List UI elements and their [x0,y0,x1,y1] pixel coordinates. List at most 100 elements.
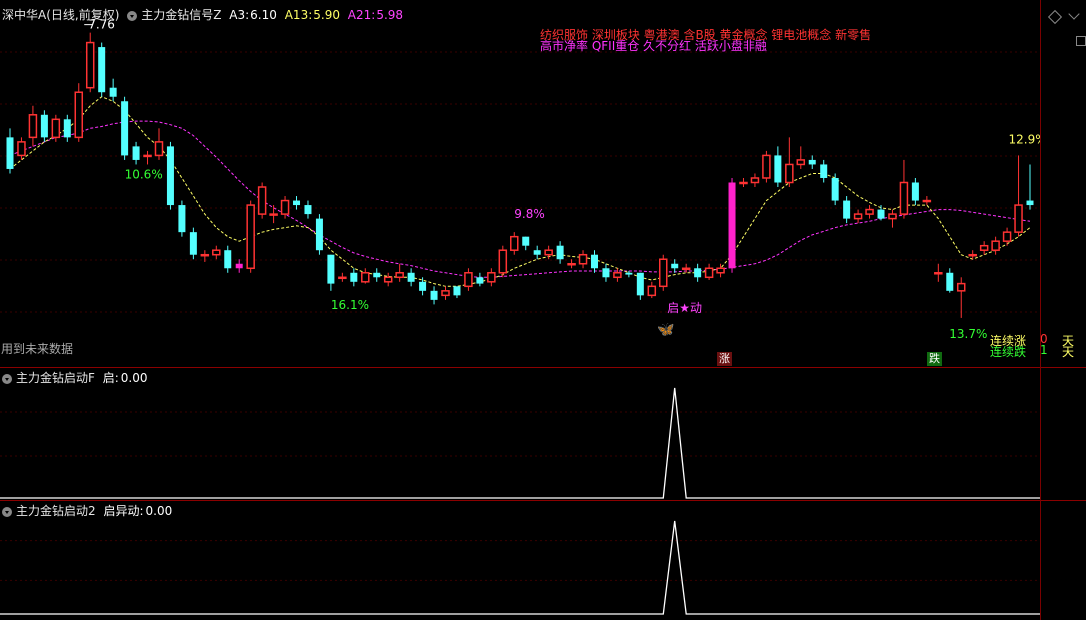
candle [831,173,839,206]
chart-annotation: 7.76 [88,18,115,32]
expand-icon[interactable] [1076,36,1086,46]
candle [762,150,771,183]
candle [293,196,301,210]
butterfly-icon: 🦋 [657,322,675,338]
candle [419,277,427,296]
candle [178,200,186,237]
candle [991,236,1000,255]
candle [877,205,885,221]
main-chart-pane[interactable]: 深中华A(日线,前复权) 主力金钻信号Z A3:6.10 A13:5.90 A2… [0,0,1086,367]
candle [843,196,851,224]
candle [899,159,909,219]
candle [6,128,14,174]
candle [888,209,897,228]
pane3-line-chart [0,520,1040,615]
candle [200,250,210,262]
candle [636,272,644,300]
streak-down-unit: 天 [1062,345,1075,359]
candle [498,245,508,278]
candle [315,214,323,255]
signal-line [0,520,1040,615]
chart-annotation: 16.1% [331,298,369,312]
candle [453,286,461,299]
candle [522,236,530,251]
diamond-icon[interactable] [1047,9,1063,25]
candle [750,173,760,188]
streak-down-label: 连续跌 [990,345,1027,359]
candle [694,263,702,282]
candle [728,177,736,273]
candle [602,263,610,282]
candle [338,272,347,282]
candle [373,268,381,282]
candle [51,114,61,142]
candle [383,272,393,287]
fall-marker: 跌 [927,352,942,366]
streak-down-count: 1 [1040,343,1048,357]
chart-annotation: 12.9% [1009,132,1040,146]
candle [556,241,564,264]
candle [476,272,484,287]
candle [671,259,679,273]
candle [407,268,415,287]
candle [327,254,335,291]
candle [533,245,541,260]
candle [785,137,794,188]
pane2-line-chart [0,387,1040,499]
candle [63,114,71,142]
candle [1002,227,1012,246]
candle [257,182,267,219]
candle [510,232,519,255]
ma-short-line [9,96,1031,287]
candle [956,277,966,318]
candle [578,250,588,269]
candle [441,286,450,300]
candle [121,96,129,160]
candle [189,227,197,260]
candle [98,42,106,97]
candle [820,159,828,183]
candle [659,254,668,291]
candlestick-chart: 7.7610.6%16.1%9.8%启★动12.9%13.7%4.98🦋 [0,18,1040,341]
candle [1014,155,1023,237]
candle [681,263,691,273]
candle [17,137,26,160]
candle [934,263,943,282]
candle [774,146,782,188]
candle [395,263,404,282]
candle [946,268,954,293]
signal-line [0,387,1040,499]
candle [304,200,312,219]
candle [922,196,932,206]
candle [865,205,874,219]
candle [74,83,84,142]
rise-marker: 涨 [717,352,732,366]
candle [154,128,164,160]
candle [85,32,95,93]
candle [613,268,622,282]
candle [1026,164,1034,210]
right-axis-line [1040,0,1041,620]
indicator-pane-3[interactable]: 主力金钻启动2 启异动: 0.00 [0,501,1086,620]
candle [109,78,117,102]
candle [350,268,358,287]
candle [590,250,598,273]
candle [235,259,243,273]
candle [212,245,221,260]
candle [739,177,748,188]
candle [796,146,806,169]
candle [224,245,232,273]
chart-annotation: 启★动 [667,301,702,315]
candle [166,141,174,210]
candle [647,281,657,299]
chart-annotation: 10.6% [125,167,163,181]
candle [487,268,496,287]
candle [132,141,140,165]
candle [143,150,152,165]
chevron-down-icon[interactable] [1068,8,1080,20]
candle [464,268,473,291]
indicator-pane-2[interactable]: 主力金钻启动F 启: 0.00 [0,368,1086,500]
candle [979,241,989,255]
candle [567,259,576,269]
candle [544,245,553,260]
